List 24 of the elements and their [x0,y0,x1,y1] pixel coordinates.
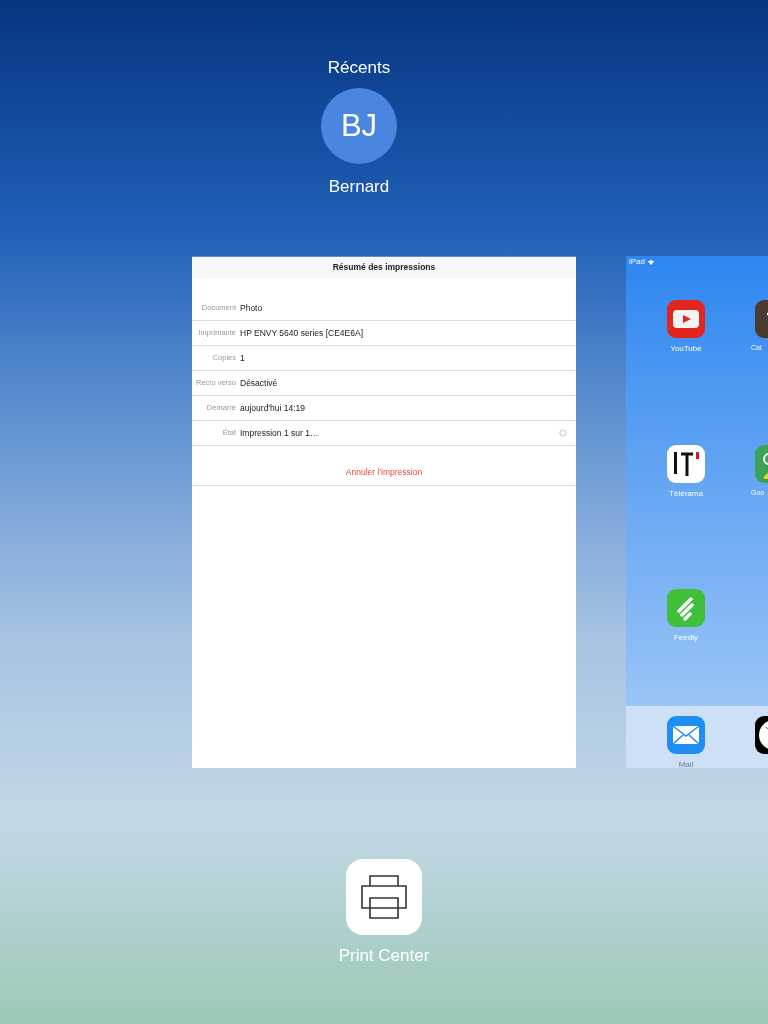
wifi-icon [648,259,654,265]
printer-app-icon[interactable] [346,859,422,935]
app-label: YouTube [670,343,702,355]
field-value: aujourd'hui 14:19 [240,401,306,415]
recents-heading: Récents [327,58,391,78]
spinner-icon [558,428,568,438]
cancel-print-button[interactable]: Annuler l'impression [345,466,423,479]
device-status-label: iPad [629,256,645,268]
mail-icon[interactable] [667,716,705,754]
video-app-icon[interactable] [667,300,705,338]
contact-name: Bernard [328,177,390,197]
field-value: Impression 1 sur 1… [240,426,320,440]
app-label: Mail [678,759,694,771]
app-label: Télérama [669,487,703,500]
magazine-app-icon[interactable] [667,444,705,483]
app-label: Feedly [674,632,698,645]
field-value: Photo [240,301,264,315]
field-value: 1 [240,351,246,365]
field-value: Désactivé [240,376,279,390]
nav-title: Résumé des impressions [332,261,436,274]
contact-avatar[interactable]: BJ [321,88,397,164]
field-value: HP ENVY 5640 series [CE4E6A] [240,326,364,340]
news-app-icon[interactable] [667,589,705,628]
app-name: Print Center [338,945,430,967]
